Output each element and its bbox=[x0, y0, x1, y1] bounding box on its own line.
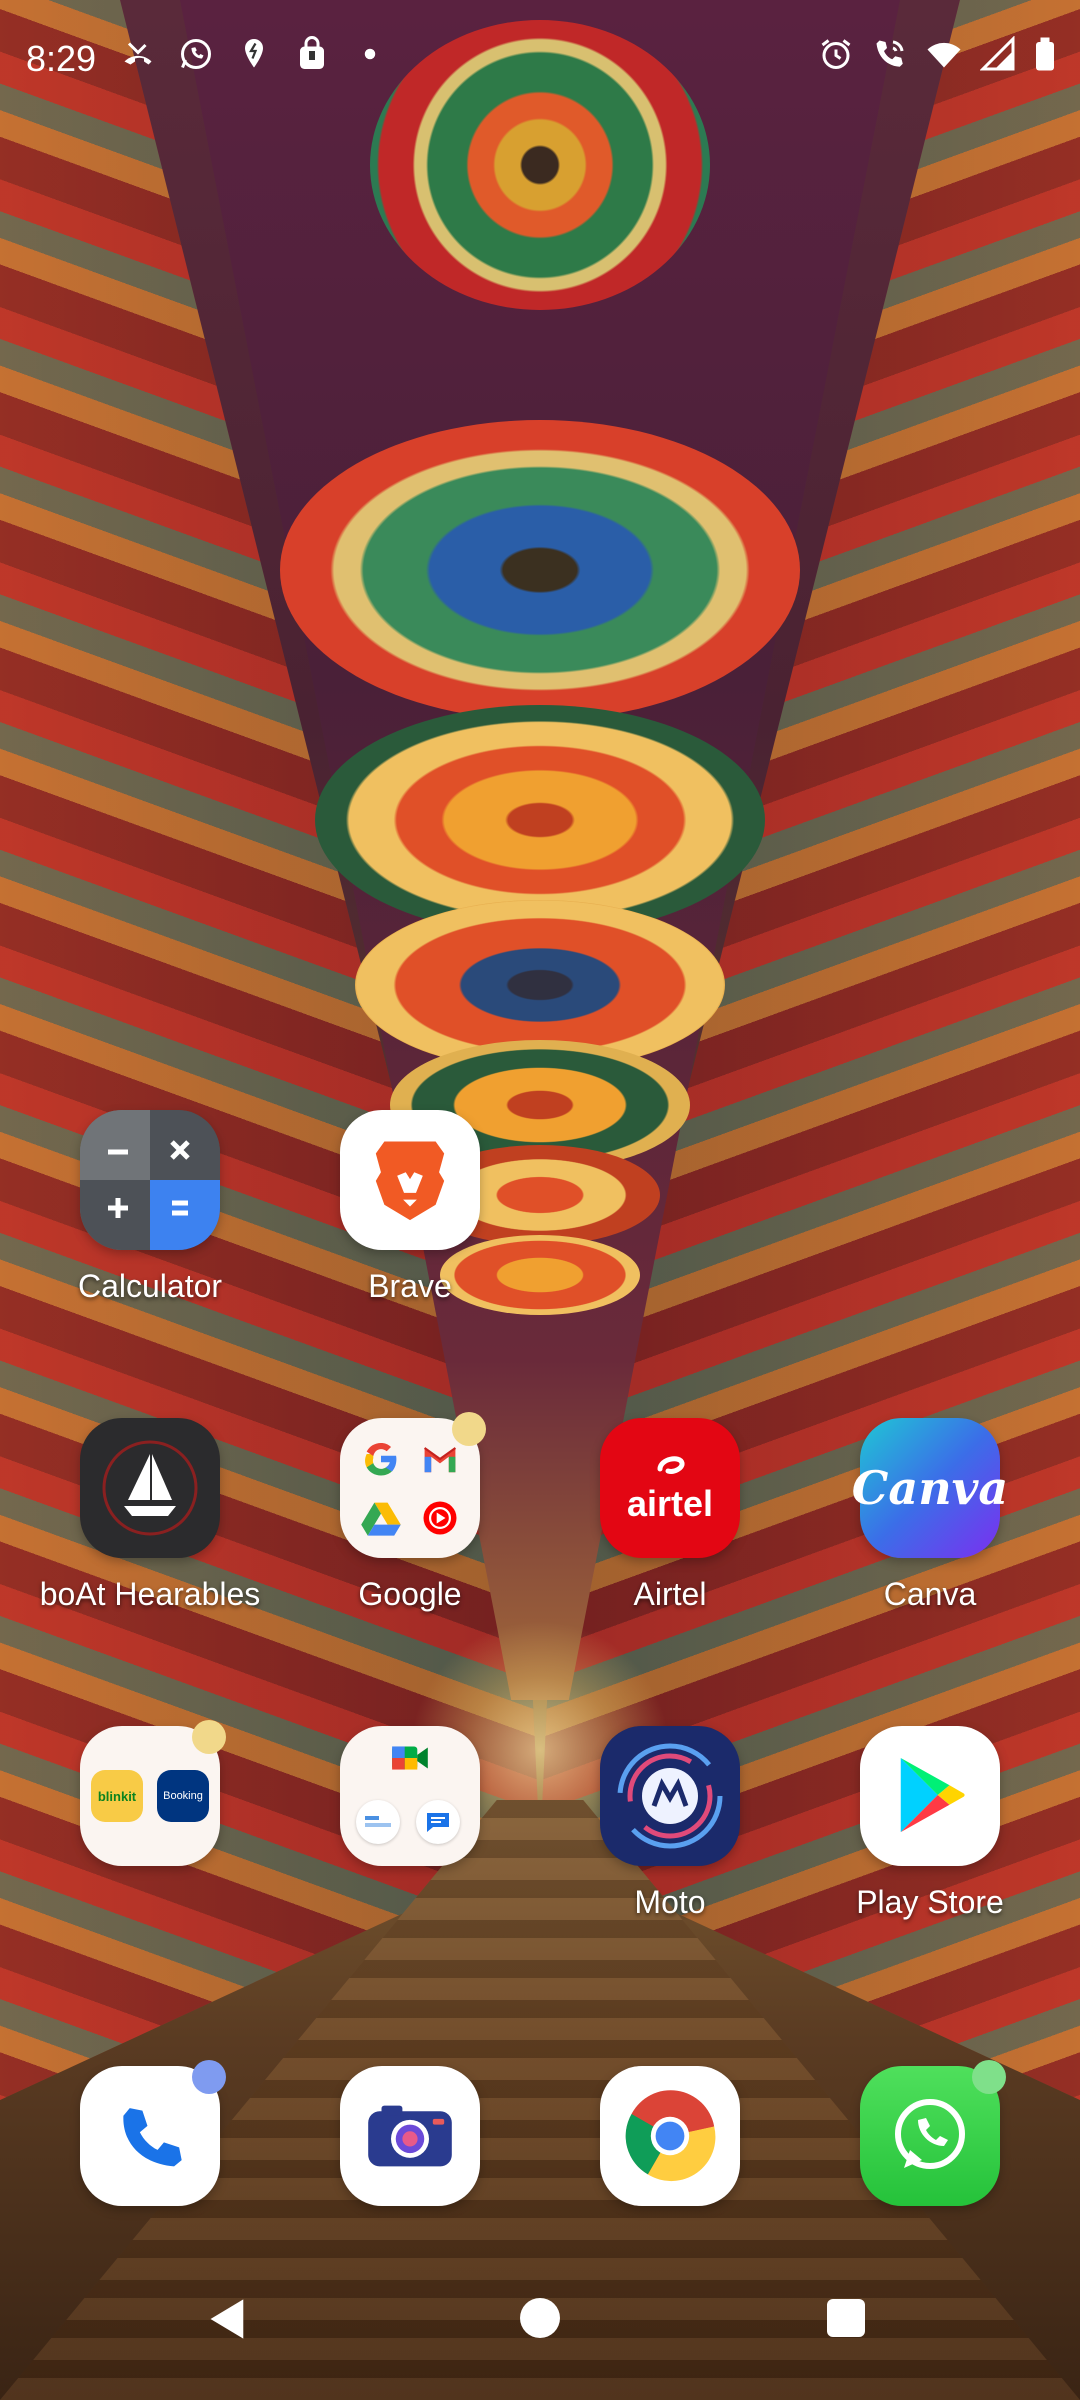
folder-shopping[interactable]: blinkit Booking bbox=[30, 1720, 270, 1866]
airtel-logo-icon: airtel bbox=[600, 1418, 740, 1558]
shopping-folder-icon: blinkit Booking bbox=[80, 1720, 226, 1866]
google-meet-icon bbox=[390, 1742, 432, 1779]
signal-icon bbox=[979, 35, 1016, 72]
missed-call-icon bbox=[120, 36, 156, 72]
app-label: boAt Hearables bbox=[39, 1576, 261, 1612]
navigation-bar bbox=[0, 2260, 1080, 2400]
notification-icons bbox=[120, 36, 388, 72]
notification-badge bbox=[192, 1720, 226, 1754]
battery-icon bbox=[1034, 36, 1056, 72]
folder-communication[interactable] bbox=[290, 1726, 530, 1866]
whatsapp-icon bbox=[178, 36, 214, 72]
wallpaper-medallion bbox=[280, 420, 800, 720]
wifi-icon bbox=[926, 36, 962, 72]
app-label: Brave bbox=[368, 1268, 452, 1304]
status-bar: 8:29 bbox=[0, 0, 1080, 126]
dot-icon bbox=[352, 36, 388, 72]
app-boat-hearables[interactable]: boAt Hearables bbox=[30, 1418, 270, 1613]
back-button[interactable] bbox=[206, 2295, 250, 2343]
booking-icon: Booking bbox=[157, 1770, 209, 1822]
wifi-call-icon bbox=[872, 36, 908, 72]
location-icon bbox=[236, 36, 272, 72]
notification-badge bbox=[192, 2060, 226, 2094]
play-store-icon bbox=[860, 1726, 1000, 1866]
app-label: Airtel bbox=[633, 1576, 707, 1612]
status-time: 8:29 bbox=[26, 38, 97, 79]
folder-google[interactable]: Google bbox=[290, 1412, 530, 1613]
calculator-icon bbox=[80, 1110, 220, 1250]
google-drive-icon bbox=[354, 1491, 407, 1544]
app-label: Canva bbox=[883, 1576, 977, 1612]
canva-logo-icon: Canva bbox=[852, 1418, 1008, 1558]
app-moto[interactable]: Moto bbox=[550, 1726, 790, 1921]
app-airtel[interactable]: airtel Airtel bbox=[550, 1418, 790, 1613]
youtube-music-icon bbox=[413, 1491, 466, 1544]
app-calculator[interactable]: Calculator bbox=[30, 1110, 270, 1305]
chrome-icon bbox=[600, 2066, 740, 2206]
app-play-store[interactable]: Play Store bbox=[810, 1726, 1050, 1921]
moto-logo-icon bbox=[600, 1726, 740, 1866]
system-status-icons bbox=[818, 35, 1056, 72]
alarm-icon bbox=[818, 36, 854, 72]
dock-whatsapp[interactable] bbox=[810, 2060, 1050, 2206]
app-label: Google bbox=[358, 1576, 462, 1612]
canva-wordmark: Canva bbox=[851, 1461, 1009, 1515]
phone-icon bbox=[80, 2060, 226, 2206]
communication-folder-icon bbox=[340, 1726, 480, 1866]
messages-icon bbox=[416, 1800, 460, 1844]
notification-badge bbox=[972, 2060, 1006, 2094]
bag-icon bbox=[294, 36, 330, 72]
recents-button[interactable] bbox=[827, 2299, 865, 2337]
airtel-wordmark: airtel bbox=[626, 1483, 714, 1524]
blinkit-icon: blinkit bbox=[91, 1770, 143, 1822]
dock-chrome[interactable] bbox=[550, 2066, 790, 2206]
google-g-icon bbox=[354, 1432, 407, 1485]
notification-badge bbox=[452, 1412, 486, 1446]
app-label: Play Store bbox=[856, 1884, 1004, 1920]
app-label: Calculator bbox=[77, 1268, 223, 1304]
home-button[interactable] bbox=[520, 2298, 560, 2338]
dock-phone[interactable] bbox=[30, 2060, 270, 2206]
app-label: Moto bbox=[634, 1884, 706, 1920]
app-brave[interactable]: Brave bbox=[290, 1110, 530, 1305]
sim-app-icon bbox=[356, 1800, 400, 1844]
dock-camera[interactable] bbox=[290, 2066, 530, 2206]
boat-logo-icon bbox=[80, 1418, 220, 1558]
app-canva[interactable]: Canva Canva bbox=[810, 1418, 1050, 1613]
google-folder-icon bbox=[340, 1412, 486, 1558]
whatsapp-app-icon bbox=[860, 2060, 1006, 2206]
camera-icon bbox=[340, 2066, 480, 2206]
brave-lion-icon bbox=[340, 1110, 480, 1250]
